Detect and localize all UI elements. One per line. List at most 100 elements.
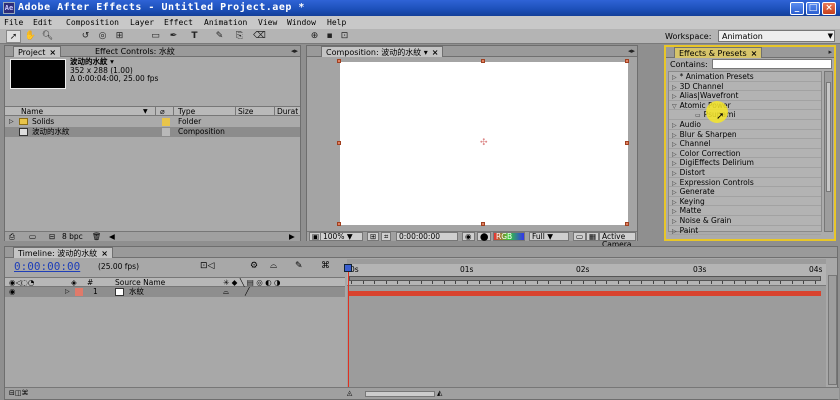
show-snapshot-icon[interactable]: ⬤ — [477, 232, 492, 241]
playhead-handle[interactable] — [344, 264, 352, 272]
pen-tool-icon[interactable]: ✒ — [166, 30, 181, 43]
transparency-grid-icon[interactable]: ▦ — [586, 232, 600, 241]
brush-tool-icon[interactable]: ✎ — [212, 30, 227, 43]
effect-category[interactable]: ▷ Noise & Grain — [669, 216, 821, 226]
menu-animation[interactable]: Animation — [204, 18, 247, 27]
motion-blur-icon[interactable]: ✎ — [295, 261, 303, 271]
zoom-select[interactable]: 100% ▼ — [320, 232, 363, 241]
expand-triangle-icon[interactable]: ▷ — [672, 122, 677, 129]
eraser-tool-icon[interactable]: ⌫ — [252, 30, 267, 43]
camera-tool-icon[interactable]: ◎ — [95, 30, 110, 43]
column-name[interactable]: Name — [21, 107, 43, 116]
effect-category[interactable]: ▷ Channel — [669, 139, 821, 149]
effect-category[interactable]: ▷ * Animation Presets — [669, 72, 821, 82]
effect-category[interactable]: ▷ Expression Controls — [669, 178, 821, 188]
safe-zones-icon[interactable]: ⊞ — [367, 232, 380, 241]
new-folder-icon[interactable]: ▭ — [29, 232, 36, 242]
toggle-switches-icon[interactable]: ⊟◫⌘ — [9, 389, 28, 397]
effect-icon[interactable]: ▭ — [695, 112, 701, 119]
expand-triangle-icon[interactable]: ▷ — [672, 199, 677, 206]
chevron-down-icon[interactable]: ▼ — [143, 107, 148, 116]
expand-triangle-icon[interactable]: ▷ — [672, 141, 677, 148]
expand-triangle-icon[interactable]: ▷ — [672, 132, 677, 139]
close-icon[interactable]: × — [49, 48, 56, 57]
pan-behind-tool-icon[interactable]: ⊞ — [112, 30, 127, 43]
anchor-point-icon[interactable]: ✣ — [480, 138, 488, 148]
composition-marker-icon[interactable]: ⊡◁ — [200, 261, 214, 271]
collapse-triangle-icon[interactable]: ▽ — [672, 103, 677, 110]
camera-view-select[interactable]: Active Camera — [599, 232, 636, 249]
menu-effect[interactable]: Effect — [164, 18, 193, 27]
layer-switch-icon[interactable]: ⌓ — [223, 287, 229, 297]
layer-name[interactable]: 水紋 — [129, 287, 144, 297]
effect-category[interactable]: ▷ 3D Channel — [669, 82, 821, 92]
label-column-icon[interactable]: ◈ — [71, 278, 77, 287]
work-area-bar[interactable] — [349, 276, 821, 281]
expand-triangle-icon[interactable]: ▷ — [672, 228, 677, 235]
effect-category[interactable]: ▽ Atomic Power — [669, 101, 821, 111]
expand-triangle-icon[interactable]: ▷ — [672, 93, 677, 100]
column-duration[interactable]: Durat — [277, 107, 298, 116]
tab-timeline[interactable]: Timeline: 波动的水紋 × — [13, 247, 113, 258]
expand-triangle-icon[interactable]: ▷ — [672, 180, 677, 187]
selection-tool-icon[interactable]: ➚ — [6, 30, 21, 43]
expand-triangle-icon[interactable]: ▷ — [672, 208, 677, 215]
video-toggle-icon[interactable]: ◉ — [9, 287, 16, 297]
effect-category[interactable]: ▷ Distort — [669, 168, 821, 178]
rotate-tool-icon[interactable]: ↺ — [78, 30, 93, 43]
expand-triangle-icon[interactable]: ▷ — [672, 218, 677, 225]
composition-canvas[interactable]: ✣ — [337, 59, 629, 226]
layer-duration-bar[interactable] — [349, 291, 821, 296]
menu-edit[interactable]: Edit — [33, 18, 52, 27]
av-switches-icon[interactable]: ◉◁◌◔ — [9, 278, 34, 287]
expand-triangle-icon[interactable]: ▷ — [672, 160, 677, 167]
menu-window[interactable]: Window — [287, 18, 316, 27]
effect-category[interactable]: ▷ Generate — [669, 187, 821, 197]
time-zoom-slider[interactable] — [365, 391, 435, 397]
current-time-indicator[interactable] — [348, 264, 349, 387]
tab-composition[interactable]: Composition: 波动的水紋 ▾ × — [321, 46, 444, 57]
expand-triangle-icon[interactable]: ▷ — [672, 74, 677, 81]
expand-triangle-icon[interactable]: ▷ — [672, 170, 677, 177]
effect-category[interactable]: ▷ Alias|Wavefront — [669, 91, 821, 101]
view-axis-icon[interactable]: ⊡ — [337, 30, 352, 43]
effects-scrollbar[interactable] — [824, 71, 833, 232]
minimize-button[interactable]: _ — [790, 2, 804, 15]
panel-menu-icon[interactable]: ◂▸ — [291, 47, 298, 55]
expand-triangle-icon[interactable]: ▷ — [672, 189, 677, 196]
world-axis-icon[interactable]: ▪ — [322, 30, 337, 43]
draft-3d-icon[interactable]: ⚙ — [250, 261, 258, 271]
menu-layer[interactable]: Layer — [130, 18, 154, 27]
effect-category[interactable]: ▷ Audio — [669, 120, 821, 130]
clone-tool-icon[interactable]: ⎘ — [232, 30, 247, 43]
column-size[interactable]: Size — [238, 107, 253, 116]
column-source-name[interactable]: Source Name — [115, 278, 165, 287]
timeline-layer-row[interactable]: ◉ ▷ 1 水紋 ⌓ ╱ — [5, 287, 345, 297]
timeline-scrollbar[interactable] — [828, 275, 837, 385]
menu-help[interactable]: Help — [327, 18, 346, 27]
close-icon[interactable]: × — [751, 49, 758, 58]
region-of-interest-icon[interactable]: ▭ — [573, 232, 587, 241]
axis-mode-icon[interactable]: ⊕ — [307, 30, 322, 43]
current-time-field[interactable]: 0:00:00:00 — [396, 232, 458, 241]
effect-category[interactable]: ▷ Color Correction — [669, 149, 821, 159]
menu-file[interactable]: File — [4, 18, 23, 27]
interpret-footage-icon[interactable]: ⎙ — [9, 232, 15, 242]
layer-quality-icon[interactable]: ╱ — [245, 287, 250, 297]
trash-icon[interactable]: 🗑︎ — [92, 232, 102, 242]
snapshot-icon[interactable]: ◉ — [462, 232, 475, 241]
new-composition-icon[interactable]: ⊟ — [49, 232, 55, 242]
mask-tool-icon[interactable]: ▭ — [148, 30, 163, 43]
chevron-down-icon[interactable]: ▾ — [424, 48, 428, 57]
tab-effects-presets[interactable]: Effects & Presets × — [674, 47, 763, 58]
resolution-select[interactable]: Full ▼ — [529, 232, 569, 241]
expand-triangle-icon[interactable]: ▷ — [9, 117, 14, 127]
zoom-tool-icon[interactable]: 🔍︎ — [40, 30, 55, 43]
effect-item[interactable]: ▭Psunami — [669, 110, 821, 120]
current-time-display[interactable]: 0:00:00:00 — [14, 260, 80, 273]
type-tool-icon[interactable]: T — [187, 30, 202, 43]
project-row-solids[interactable]: ▷ Solids Folder — [5, 117, 300, 127]
label-color-swatch[interactable] — [162, 128, 170, 136]
time-ruler[interactable]: 0s 01s 02s 03s 04s — [347, 264, 826, 286]
label-color-swatch[interactable] — [162, 118, 170, 126]
